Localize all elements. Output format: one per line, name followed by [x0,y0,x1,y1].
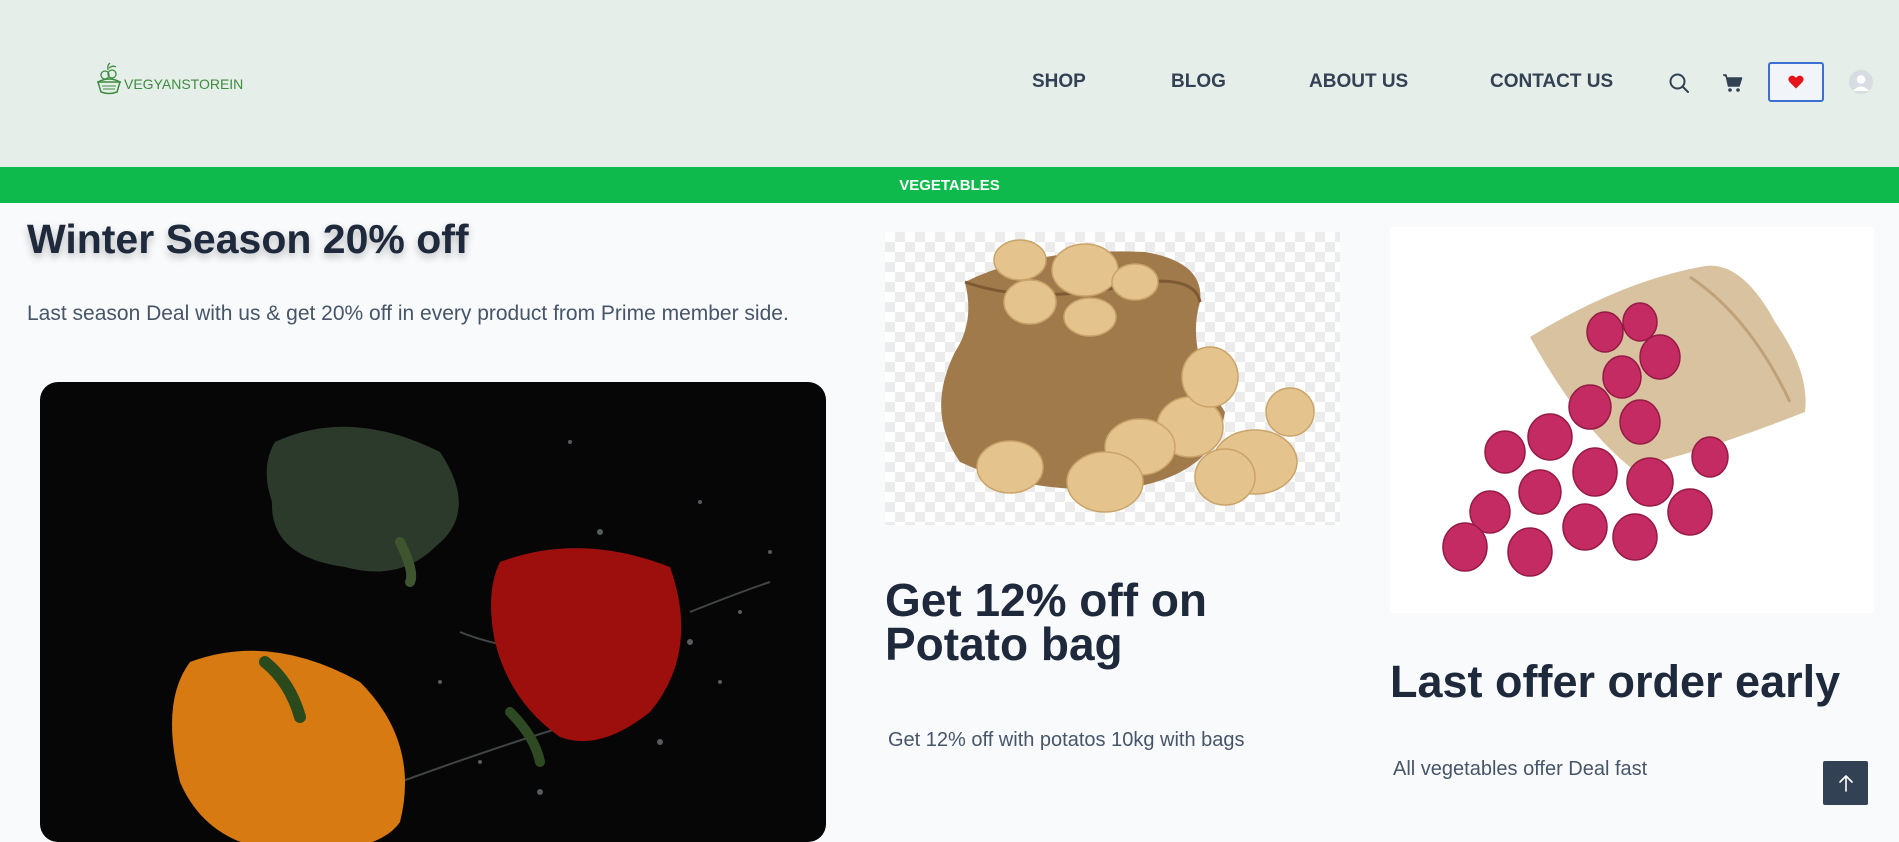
user-icon [1849,70,1873,94]
nav-contact-us[interactable]: CONTACT US [1490,71,1613,93]
wishlist-button[interactable] [1768,62,1824,102]
scroll-to-top-button[interactable] [1823,761,1868,805]
logo-text: VEGYANSTOREIN [124,76,244,92]
category-banner: VEGETABLES [0,167,1899,203]
arrow-up-icon [1838,775,1853,792]
search-icon [1669,73,1689,93]
potato-promo-text: Get 12% off with potatos 10kg with bags [888,729,1245,751]
nav-about-us[interactable]: ABOUT US [1309,71,1408,93]
winter-promo-title: Winter Season 20% off [27,216,469,262]
onion-promo-title: Last offer order early [1390,656,1841,707]
winter-promo-text: Last season Deal with us & get 20% off i… [27,302,789,325]
potato-bag-image [885,232,1340,525]
heart-icon [1788,75,1804,89]
site-logo[interactable]: VEGYANSTOREIN [94,62,243,96]
user-avatar[interactable] [1849,70,1873,94]
cart-button[interactable] [1721,71,1745,95]
category-label: VEGETABLES [899,176,1000,194]
onion-promo-text: All vegetables offer Deal fast [1393,758,1648,780]
cart-icon [1723,74,1743,92]
nav-blog[interactable]: BLOG [1171,71,1226,93]
nav-shop[interactable]: SHOP [1032,71,1086,93]
basket-logo-icon [97,62,121,95]
pepper-image [40,382,826,842]
search-button[interactable] [1667,71,1691,95]
onion-sack-image [1390,227,1874,613]
site-header: VEGYANSTOREIN SHOP BLOG ABOUT US CONTACT… [0,0,1899,167]
potato-promo-title: Get 12% off on Potato bag [885,574,1208,670]
